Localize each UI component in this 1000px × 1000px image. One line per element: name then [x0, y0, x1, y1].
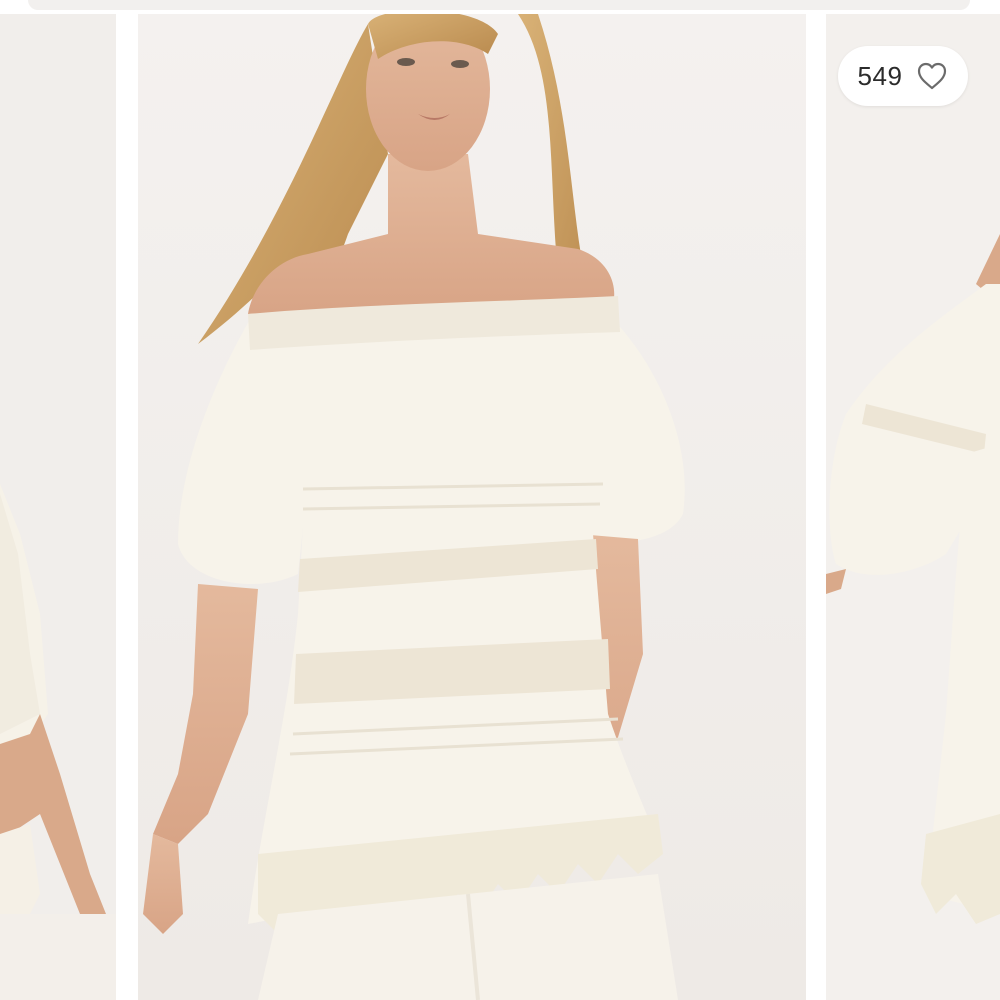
carousel-photo-previous[interactable]	[0, 14, 116, 1000]
top-bar	[28, 0, 970, 10]
heart-outline-icon	[916, 61, 948, 91]
previous-photo-image	[0, 14, 116, 1000]
like-button[interactable]: 549	[838, 46, 968, 106]
carousel-photo-main[interactable]	[138, 14, 806, 1000]
next-photo-image	[826, 14, 1000, 1000]
main-photo-image	[138, 14, 806, 1000]
like-count: 549	[857, 60, 903, 91]
listing-photo-carousel: 549	[0, 0, 1000, 1000]
carousel-photo-next[interactable]	[826, 14, 1000, 1000]
